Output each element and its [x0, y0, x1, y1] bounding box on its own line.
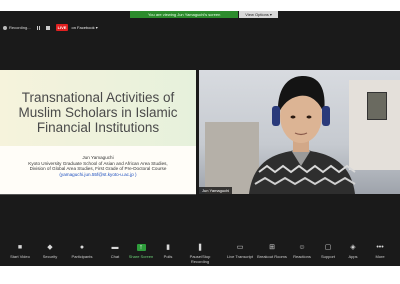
- toolbar-label: Participants: [71, 254, 93, 259]
- share-arrow-icon: ↑: [136, 244, 146, 251]
- participant-name-tag: Jun Yamaguchi: [199, 187, 233, 194]
- recording-icon: [3, 25, 7, 30]
- live-on-facebook-dropdown[interactable]: on Facebook ▾: [71, 25, 97, 30]
- smiley-icon: ☺: [298, 244, 306, 251]
- author-email: (yamaguchi.jun.55f@st.kyoto-u.ac.jp ): [59, 171, 137, 177]
- cc-icon: ▭: [236, 244, 244, 251]
- recording-status: Recording...: [9, 25, 31, 30]
- speech-icon: ▢: [324, 244, 332, 251]
- zoom-window: You are viewing Jun Yamaguchi's screen V…: [0, 11, 400, 266]
- view-options-button[interactable]: View Options ▾: [239, 11, 278, 18]
- wall-picture: [367, 92, 387, 120]
- slide-author-block: Jun Yamaguchi Kyoto University Graduate …: [0, 155, 196, 177]
- live-badge[interactable]: LIVE: [55, 24, 69, 31]
- participant-figure: [249, 76, 356, 194]
- pause-stop-recording-button[interactable]: ❚ Pause/Stop Recording: [180, 244, 220, 264]
- meeting-toolbar: ■ Start Video ◆ Security ● Participants ▬ Chat ↑…: [0, 241, 400, 266]
- toolbar-label: Apps: [348, 254, 358, 259]
- toolbar-label: Polls: [163, 254, 173, 259]
- chat-bubble-icon: ▬: [111, 244, 119, 251]
- ellipsis-icon: •••: [376, 244, 384, 251]
- pause-stop-icon: ❚: [197, 244, 203, 251]
- people-icon: ●: [79, 244, 85, 251]
- pause-recording-icon[interactable]: [36, 25, 40, 30]
- slide-title: Transnational Activities of Muslim Schol…: [18, 90, 178, 135]
- shared-slide: Transnational Activities of Muslim Schol…: [0, 70, 196, 195]
- toolbar-label: Security: [42, 254, 58, 259]
- stop-recording-icon[interactable]: [45, 25, 50, 30]
- more-button[interactable]: ••• More: [360, 244, 400, 259]
- apps-icon: ◈: [350, 244, 356, 251]
- bar-chart-icon: ▮: [166, 244, 170, 251]
- toolbar-label: Pause/Stop Recording: [189, 254, 211, 264]
- viewing-screen-message: You are viewing Jun Yamaguchi's screen: [130, 11, 239, 18]
- video-camera-icon: ■: [17, 244, 23, 251]
- toolbar-label: More: [375, 254, 385, 259]
- participant-video[interactable]: Jun Yamaguchi: [199, 70, 400, 194]
- screen-share-banner: You are viewing Jun Yamaguchi's screen V…: [130, 11, 278, 18]
- grid-icon: ⊞: [269, 244, 275, 251]
- recording-bar: Recording... LIVE on Facebook ▾: [0, 23, 98, 32]
- shield-icon: ◆: [47, 244, 53, 251]
- toolbar-label: Start Video: [10, 254, 30, 259]
- toolbar-label: Chat: [110, 254, 120, 259]
- toolbar-label: Live Transcript: [226, 254, 253, 259]
